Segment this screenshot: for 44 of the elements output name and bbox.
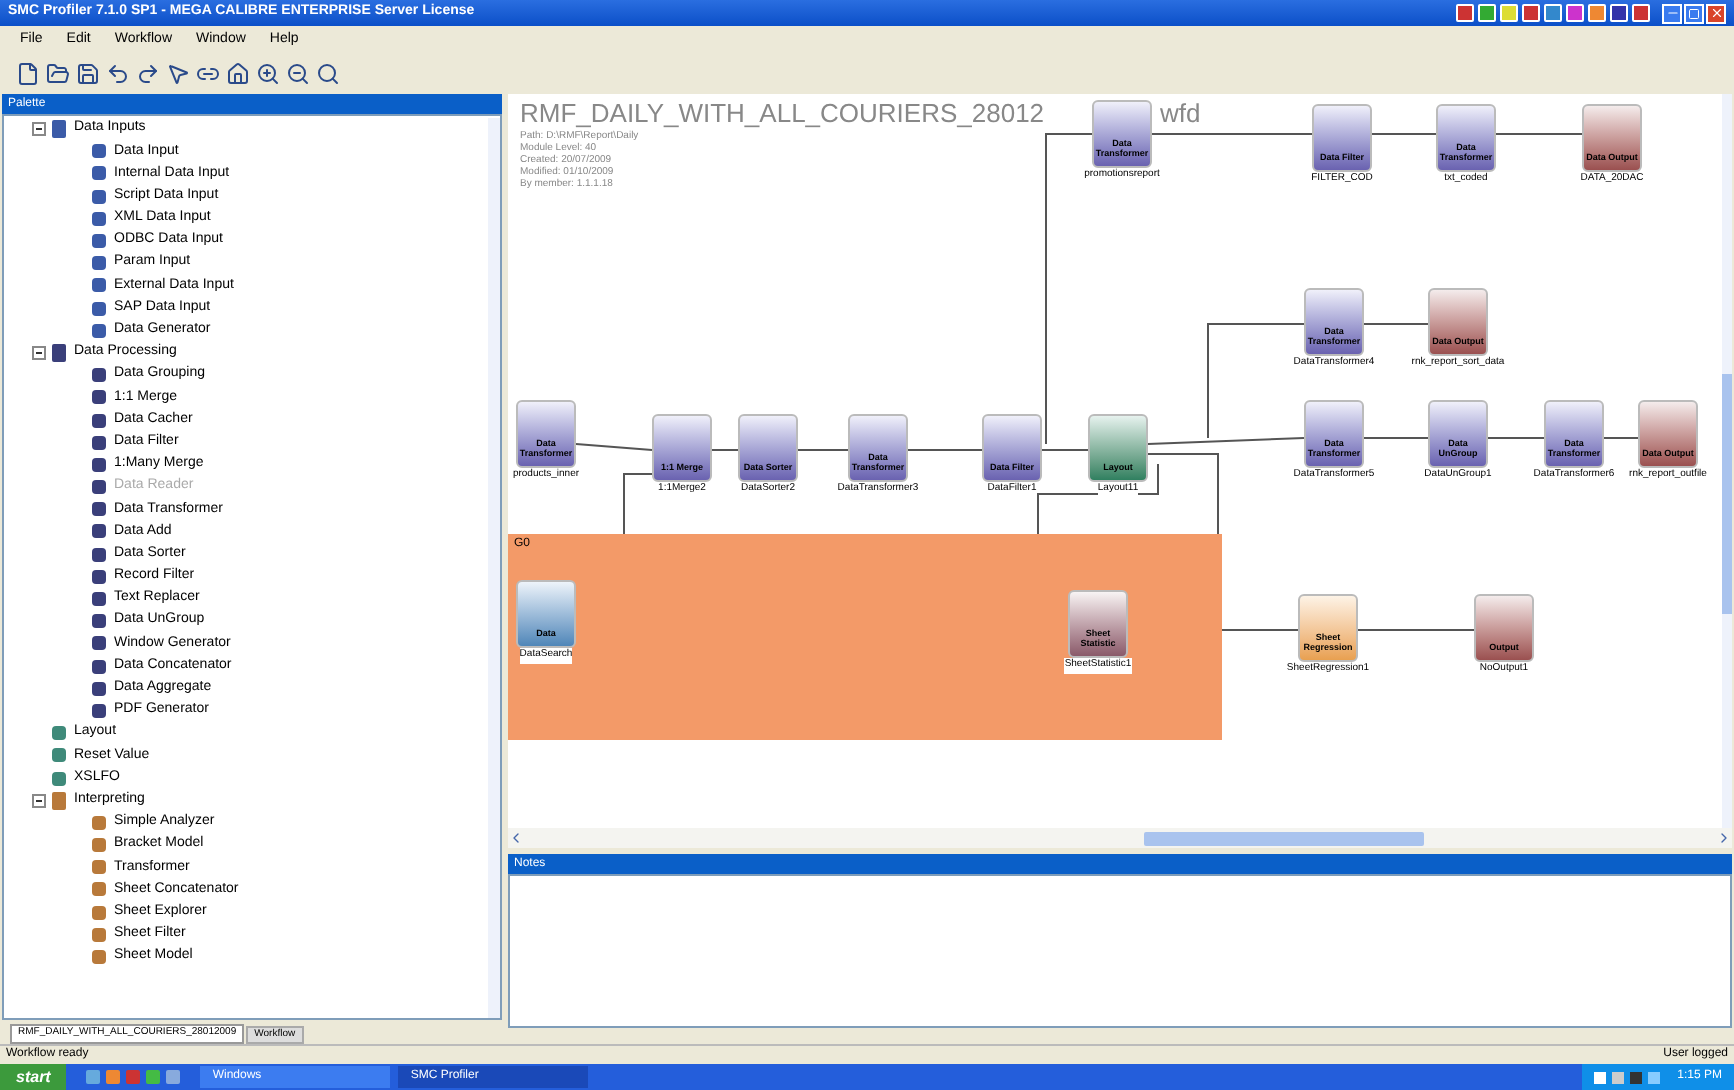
connector-line: [575, 443, 653, 451]
close-icon: [1709, 6, 1723, 20]
connector-line: [1371, 133, 1437, 135]
file-extension: wfd: [1160, 98, 1201, 130]
link-icon[interactable]: [196, 62, 220, 86]
folder-icon: [52, 343, 66, 362]
home-icon[interactable]: [226, 62, 250, 86]
connector-line: [711, 449, 739, 451]
connector-line: [1495, 133, 1583, 135]
close-button[interactable]: [1706, 3, 1726, 23]
maximize-icon: [1688, 7, 1700, 19]
maximize-button[interactable]: [1684, 3, 1704, 23]
zoom-in-icon[interactable]: [256, 62, 280, 86]
connector-line: [1363, 437, 1429, 439]
folder-icon: [52, 120, 66, 139]
save-icon[interactable]: [76, 62, 100, 86]
expand-toggle[interactable]: [32, 793, 46, 808]
search-icon[interactable]: [316, 62, 340, 86]
scroll-left-icon[interactable]: [508, 830, 524, 846]
expand-toggle[interactable]: [32, 345, 46, 360]
zoom-out-icon[interactable]: [286, 62, 310, 86]
tray-icons-drawing: [1593, 1071, 1660, 1083]
pointer-icon[interactable]: [166, 62, 190, 86]
connector-line: [797, 449, 849, 451]
new-file-icon[interactable]: [16, 62, 40, 86]
connector-line: [1363, 323, 1429, 325]
scroll-right-icon[interactable]: [1716, 830, 1732, 846]
connector-line: [1357, 629, 1475, 631]
expand-toggle[interactable]: [32, 122, 46, 137]
workflow-title: RMF_DAILY_WITH_ALL_COURIERS_28012: [520, 98, 1045, 130]
folder-icon: [52, 791, 66, 810]
quick-launch-icons-drawing: [86, 1070, 181, 1084]
minimize-icon: [1665, 6, 1679, 20]
connector-line: [907, 449, 983, 451]
connector-line: [1487, 437, 1545, 439]
start-button[interactable]: start: [0, 1064, 67, 1090]
connector-line: [1041, 449, 1089, 451]
vertical-scrollbar[interactable]: [488, 118, 500, 1018]
vertical-scrollbar[interactable]: [1722, 94, 1732, 828]
horizontal-scrollbar[interactable]: [508, 828, 1732, 848]
redo-icon[interactable]: [136, 62, 160, 86]
open-folder-icon[interactable]: [46, 62, 70, 86]
minimize-button[interactable]: [1662, 3, 1682, 23]
undo-icon[interactable]: [106, 62, 130, 86]
